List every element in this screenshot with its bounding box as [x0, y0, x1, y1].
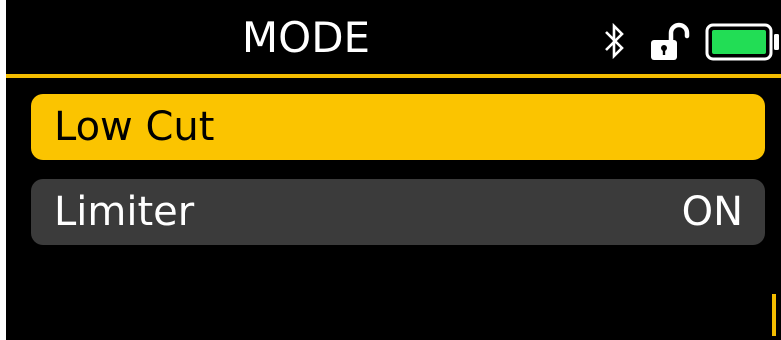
menu-item-label: Limiter [54, 189, 195, 235]
menu-item-value: ON [681, 189, 743, 235]
header-divider [6, 74, 781, 78]
battery-icon [705, 23, 779, 61]
scroll-indicator [772, 294, 776, 336]
menu-item-label: Low Cut [54, 104, 215, 150]
menu-item-low-cut[interactable]: Low Cut [31, 94, 765, 160]
bluetooth-icon [605, 23, 624, 59]
page-title: MODE [241, 13, 371, 62]
menu-item-limiter[interactable]: Limiter ON [31, 179, 765, 245]
header-bar: MODE [6, 0, 781, 74]
device-screen: MODE Low Cut Limiter ON [6, 0, 781, 340]
unlocked-padlock-icon [651, 22, 690, 60]
